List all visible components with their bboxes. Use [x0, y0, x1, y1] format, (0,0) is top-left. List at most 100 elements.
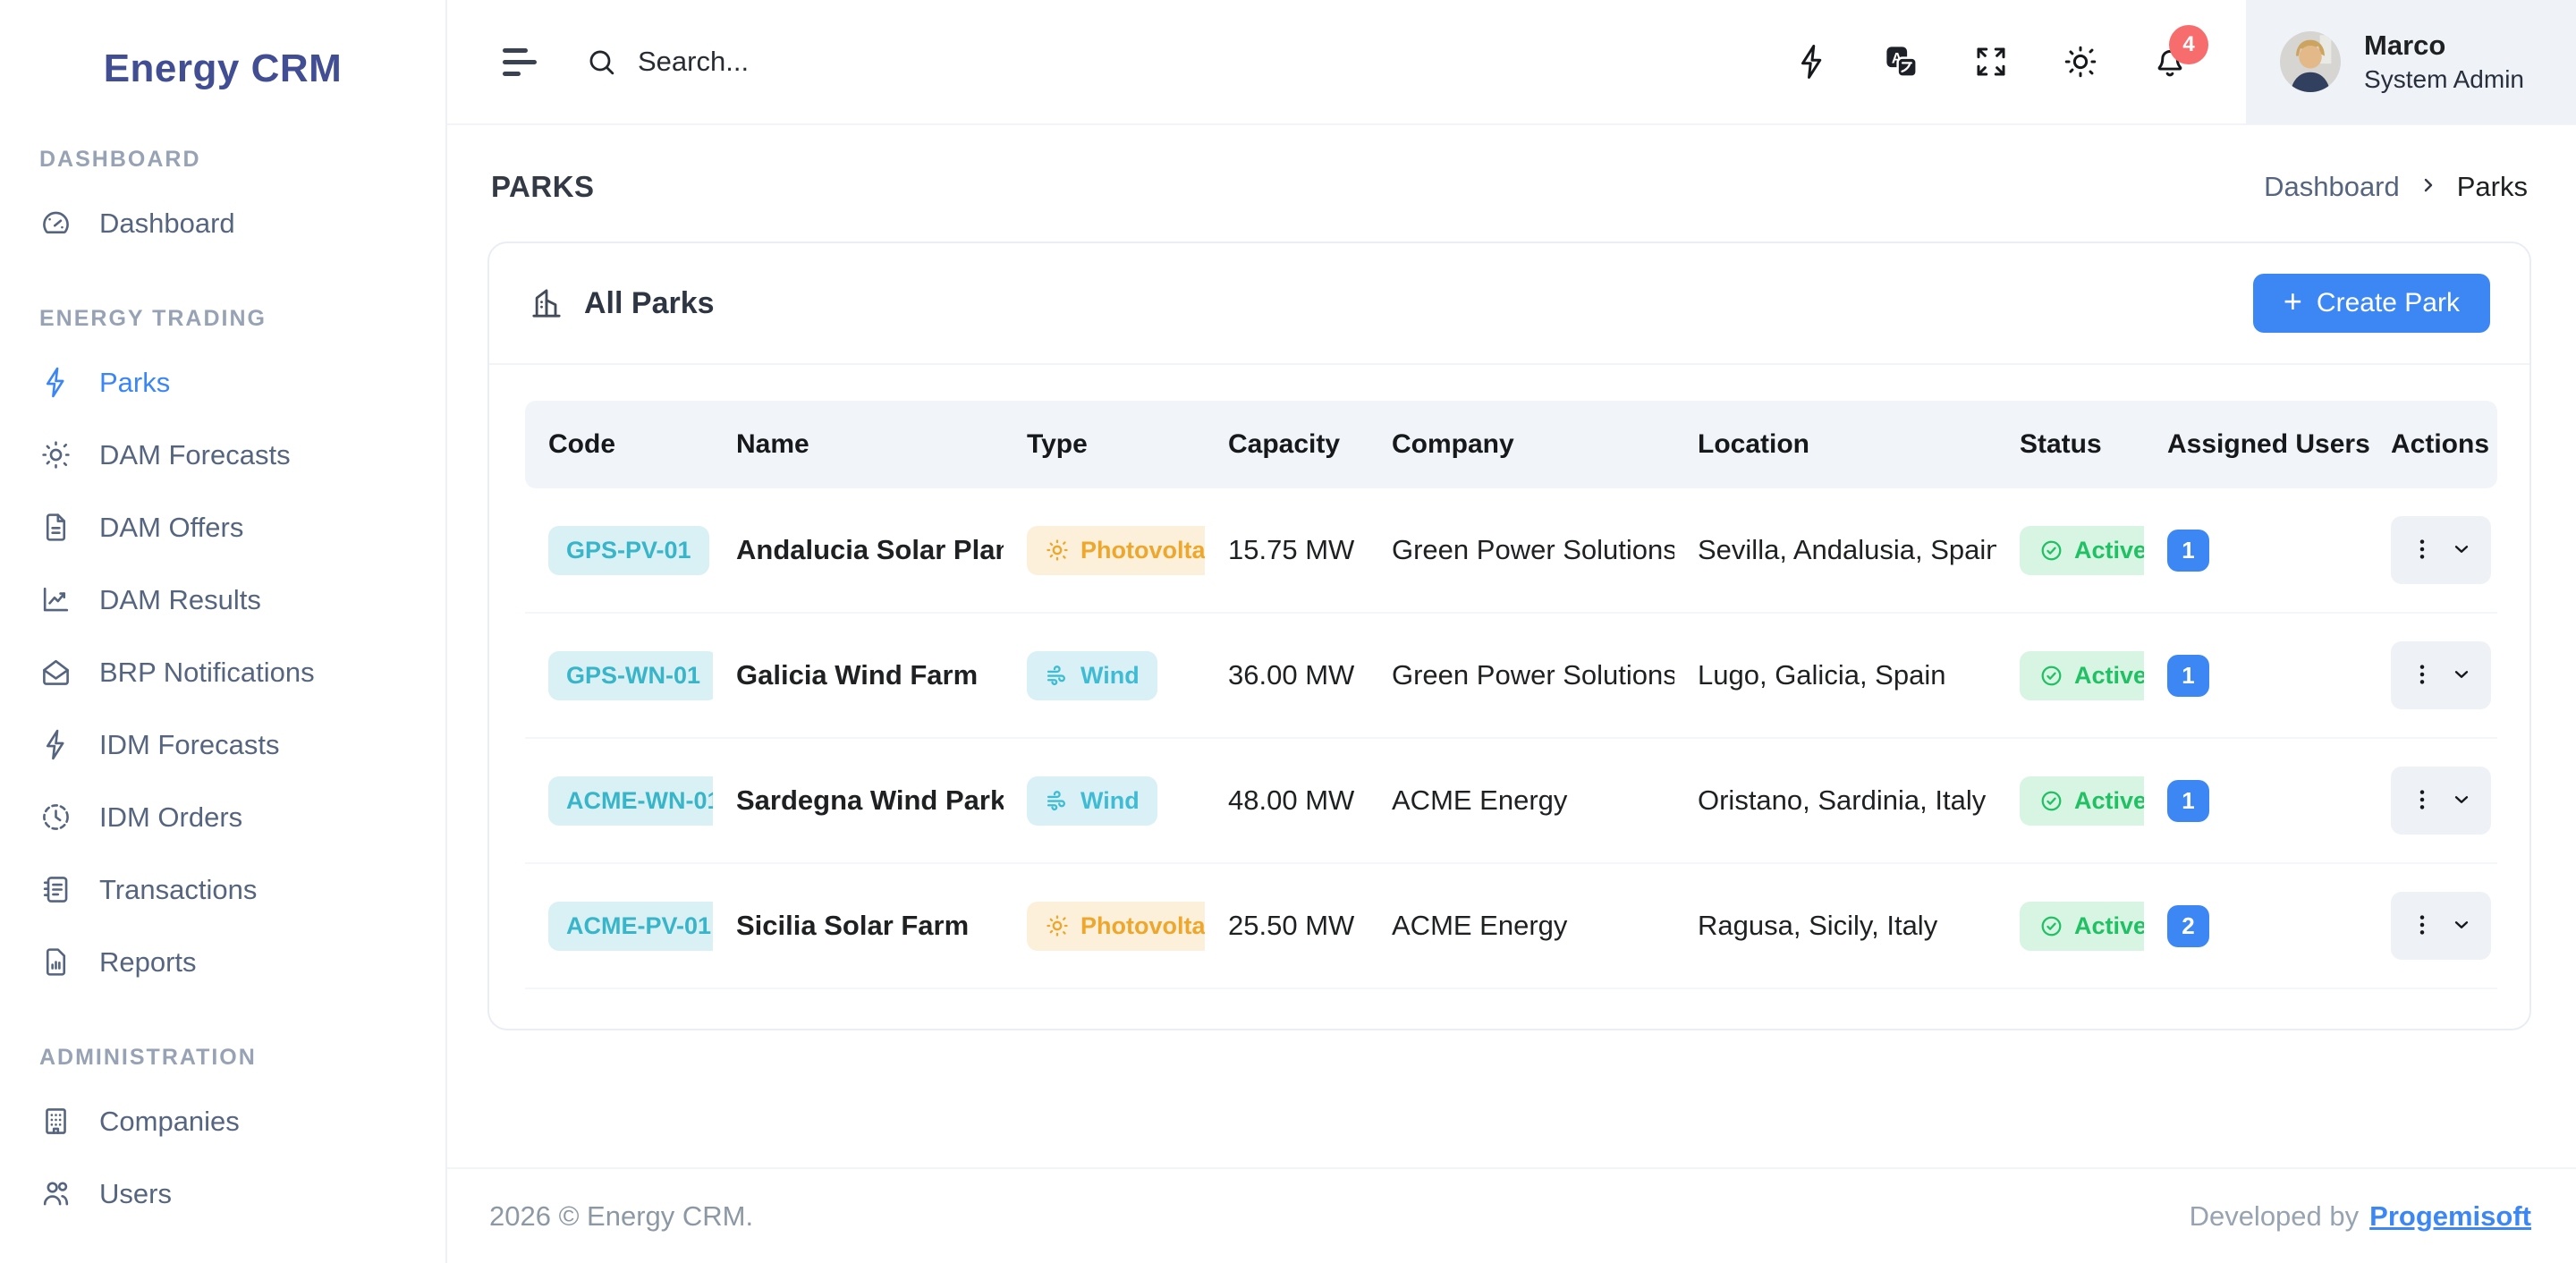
translate-icon[interactable]: A	[1883, 43, 1920, 81]
park-capacity: 15.75 MW	[1205, 488, 1368, 613]
check-circle-icon	[2039, 664, 2063, 688]
user-avatar	[2280, 31, 2341, 92]
search-icon	[585, 46, 618, 79]
kebab-menu-icon	[2409, 911, 2436, 941]
developed-by: Developed by Progemisoft	[2190, 1200, 2531, 1233]
table-header-row: CodeNameTypeCapacityCompanyLocationStatu…	[525, 401, 2497, 488]
report-icon	[39, 945, 72, 979]
park-name: Andalucia Solar Plant	[736, 534, 1004, 565]
fullscreen-icon[interactable]	[1972, 43, 2010, 81]
top-header: A 4 Marco System Admin	[447, 0, 2576, 125]
sidebar: Energy CRM DASHBOARD Dashboard ENERGY TRAD…	[0, 0, 447, 1263]
park-location: Lugo, Galicia, Spain	[1674, 613, 1996, 738]
user-menu[interactable]: Marco System Admin	[2246, 0, 2576, 124]
footer: 2026 © Energy CRM. Developed by Progemis…	[447, 1167, 2576, 1263]
sidebar-item-brp-notifications[interactable]: BRP Notifications	[0, 636, 445, 708]
row-actions-button[interactable]	[2391, 767, 2491, 835]
park-name: Sardegna Wind Park	[736, 784, 1004, 816]
check-circle-icon	[2039, 789, 2063, 813]
park-company: Green Power Solutions	[1368, 613, 1674, 738]
sidebar-item-dam-results[interactable]: DAM Results	[0, 564, 445, 636]
sidebar-section-label: ENERGY TRADING	[39, 306, 445, 332]
sidebar-section-label: ADMINISTRATION	[39, 1045, 445, 1071]
sidebar-item-parks[interactable]: Parks	[0, 346, 445, 419]
column-header: Status	[1996, 401, 2144, 488]
column-header: Company	[1368, 401, 1674, 488]
park-type-badge: Photovoltaic	[1027, 902, 1205, 951]
sidebar-item-companies[interactable]: Companies	[0, 1085, 445, 1157]
column-header: Capacity	[1205, 401, 1368, 488]
sidebar-item-users[interactable]: Users	[0, 1157, 445, 1230]
sun-icon	[39, 438, 72, 471]
status-badge: Active	[2020, 651, 2144, 700]
chevron-down-icon	[2450, 788, 2473, 814]
create-park-button[interactable]: + Create Park	[2253, 274, 2490, 333]
card-title: All Parks	[529, 285, 715, 321]
developer-link[interactable]: Progemisoft	[2369, 1200, 2531, 1233]
column-header: Type	[1004, 401, 1205, 488]
shortcuts-lightning-icon[interactable]	[1793, 43, 1831, 81]
wind-icon	[1045, 788, 1070, 813]
users-icon	[39, 1177, 72, 1210]
search-input[interactable]	[638, 46, 1013, 78]
breadcrumb-current: Parks	[2457, 171, 2528, 203]
copyright-text: 2026 © Energy CRM.	[489, 1200, 753, 1233]
park-table-row: GPS-PV-01Andalucia Solar PlantPhotovolta…	[525, 488, 2497, 613]
row-actions-button[interactable]	[2391, 641, 2491, 709]
parks-table-wrap: CodeNameTypeCapacityCompanyLocationStatu…	[489, 365, 2529, 1029]
app-logo[interactable]: Energy CRM	[0, 0, 445, 100]
page-title: PARKS	[491, 170, 595, 204]
plus-icon: +	[2284, 285, 2302, 318]
row-actions-button[interactable]	[2391, 892, 2491, 960]
global-search	[585, 46, 1013, 79]
sidebar-item-idm-forecasts[interactable]: IDM Forecasts	[0, 708, 445, 781]
sun-icon	[1045, 538, 1070, 563]
clock-icon	[39, 801, 72, 834]
park-capacity: 25.50 MW	[1205, 863, 1368, 988]
park-company: ACME Energy	[1368, 863, 1674, 988]
light-mode-icon[interactable]	[2062, 43, 2099, 81]
chevron-down-icon	[2450, 538, 2473, 564]
main-area: A 4 Marco System Admin	[447, 0, 2576, 1263]
document-icon	[39, 511, 72, 544]
bolt-icon	[39, 728, 72, 761]
row-actions-button[interactable]	[2391, 516, 2491, 584]
park-capacity: 36.00 MW	[1205, 613, 1368, 738]
chevron-down-icon	[2450, 913, 2473, 939]
park-table-row: ACME-PV-01 Sicilia Solar Farm Photovoltaic…	[525, 863, 2497, 988]
kebab-menu-icon	[2409, 786, 2436, 816]
sun-icon	[1045, 913, 1070, 938]
sidebar-item-dashboard[interactable]: Dashboard	[0, 187, 445, 259]
sidebar-item-dam-offers[interactable]: DAM Offers	[0, 491, 445, 564]
notification-count-badge: 4	[2169, 25, 2208, 64]
header-actions: A 4	[1793, 43, 2246, 81]
park-name: Sicilia Solar Farm	[736, 910, 969, 941]
bolt-icon	[39, 366, 72, 399]
developed-by-label: Developed by	[2190, 1200, 2360, 1233]
column-header: Code	[525, 401, 713, 488]
list-icon	[39, 873, 72, 906]
assigned-users-badge: 1	[2167, 530, 2209, 572]
park-code-badge: ACME-PV-01	[548, 902, 713, 951]
sidebar-item-transactions[interactable]: Transactions	[0, 853, 445, 926]
notifications-bell-icon[interactable]: 4	[2151, 43, 2189, 81]
assigned-users-badge: 2	[2167, 905, 2209, 947]
park-type-badge: Wind	[1027, 776, 1157, 826]
park-location: Sevilla, Andalusia, Spain	[1674, 488, 1996, 613]
park-type-badge: Wind	[1027, 651, 1157, 700]
sidebar-section-label: DASHBOARD	[39, 147, 445, 173]
sidebar-item-dam-forecasts[interactable]: DAM Forecasts	[0, 419, 445, 491]
park-code-badge: ACME-WN-01	[548, 776, 713, 826]
sidebar-item-idm-orders[interactable]: IDM Orders	[0, 781, 445, 853]
menu-toggle-icon[interactable]	[503, 48, 538, 76]
kebab-menu-icon	[2409, 661, 2436, 691]
assigned-users-badge: 1	[2167, 780, 2209, 822]
building-bank-icon	[529, 285, 564, 321]
breadcrumb-link-dashboard[interactable]: Dashboard	[2264, 171, 2400, 203]
sidebar-item-reports[interactable]: Reports	[0, 926, 445, 998]
app-root: Energy CRM DASHBOARD Dashboard ENERGY TRAD…	[0, 0, 2576, 1263]
park-location: Ragusa, Sicily, Italy	[1674, 863, 1996, 988]
sidebar-nav: DASHBOARDDashboardENERGY TRADINGParksDAM…	[0, 147, 445, 1230]
chevron-down-icon	[2450, 663, 2473, 689]
gauge-icon	[39, 207, 72, 240]
